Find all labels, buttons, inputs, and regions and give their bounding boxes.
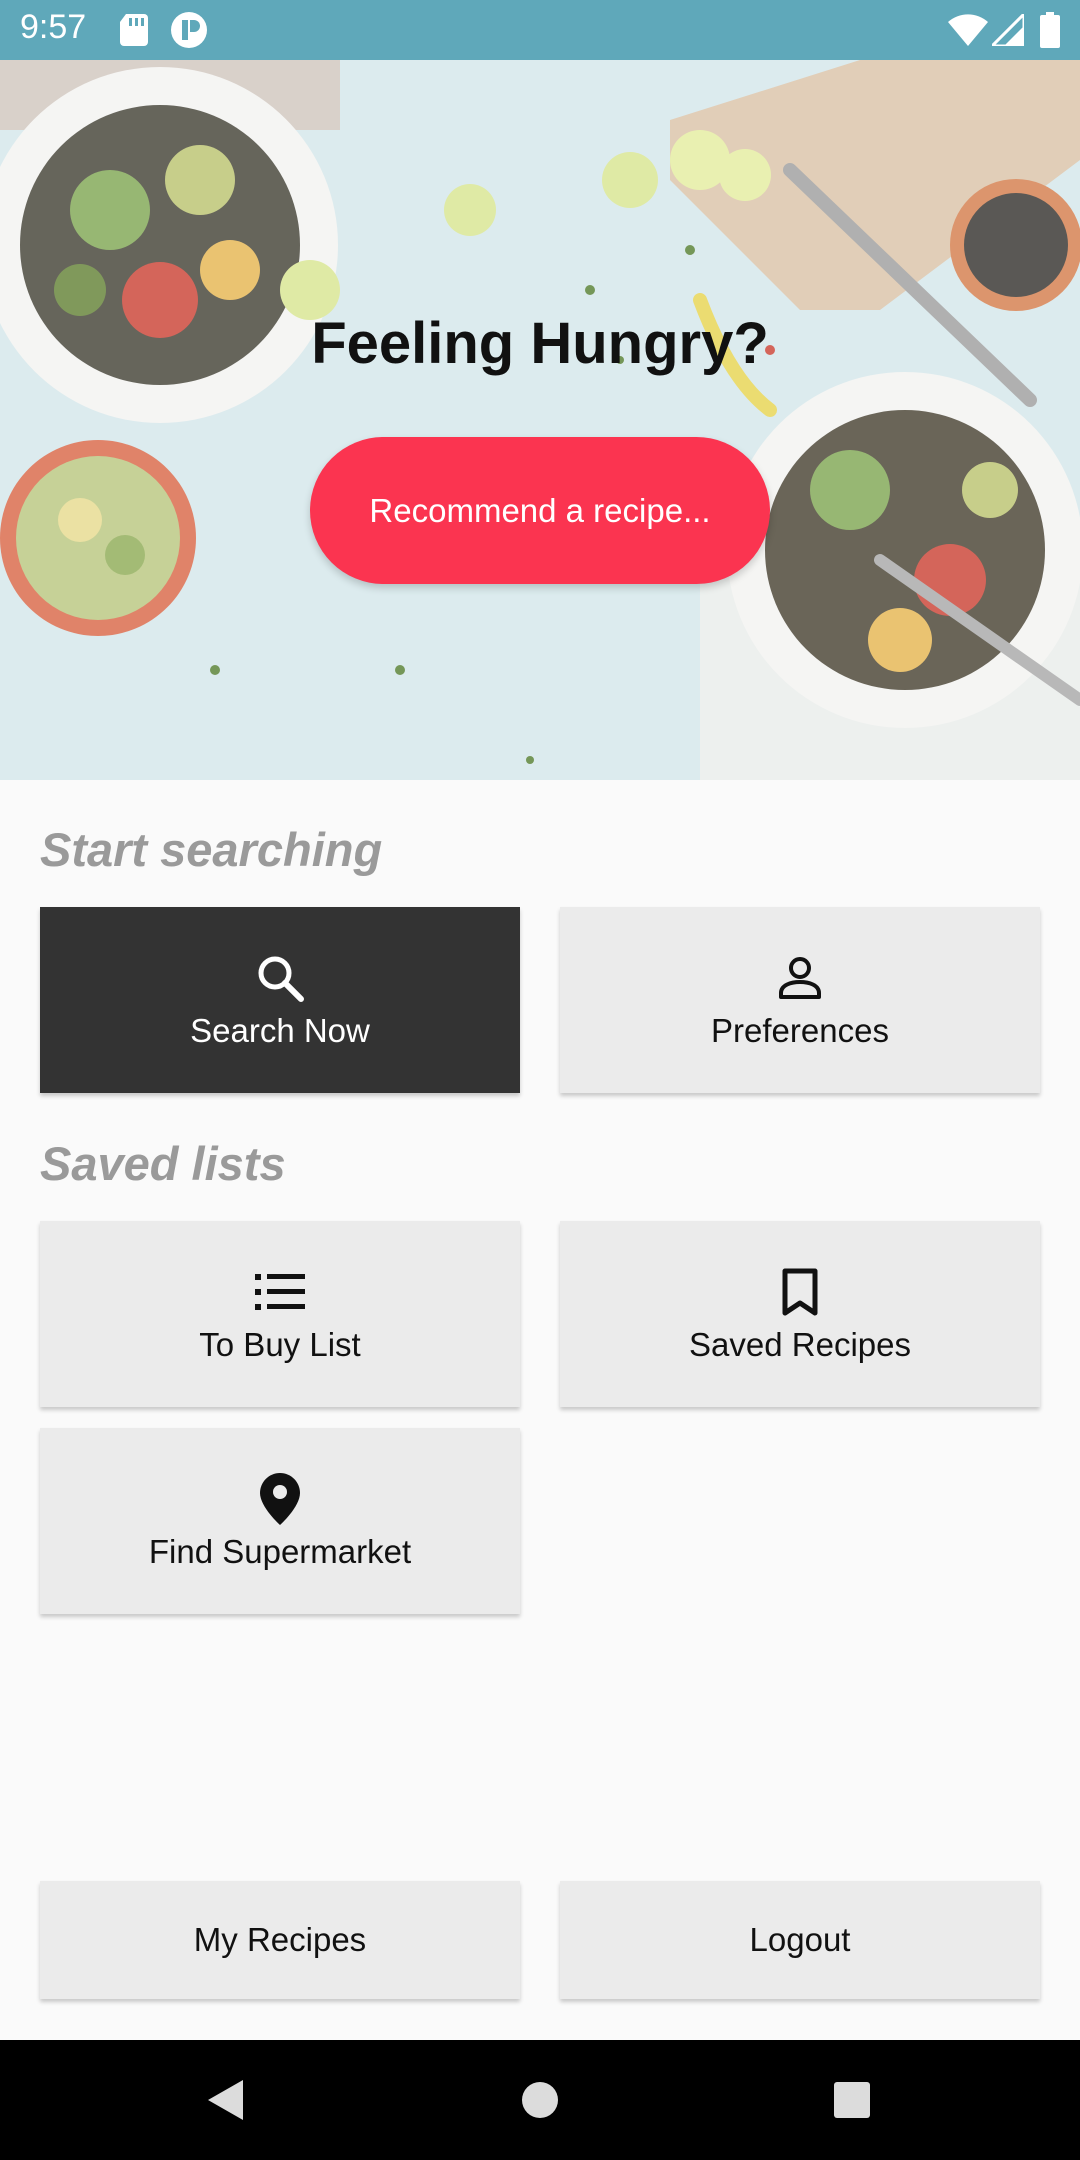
sd-card-icon bbox=[120, 0, 148, 60]
find-supermarket-button[interactable]: Find Supermarket bbox=[40, 1428, 520, 1614]
search-now-button[interactable]: Search Now bbox=[40, 907, 520, 1093]
battery-icon bbox=[1040, 0, 1060, 60]
person-icon bbox=[772, 950, 828, 1006]
location-pin-icon bbox=[252, 1471, 308, 1527]
my-recipes-button[interactable]: My Recipes bbox=[40, 1881, 520, 1999]
back-icon[interactable] bbox=[165, 2040, 285, 2160]
saved-recipes-button[interactable]: Saved Recipes bbox=[560, 1221, 1040, 1407]
status-time: 9:57 bbox=[20, 8, 87, 46]
to-buy-list-button[interactable]: To Buy List bbox=[40, 1221, 520, 1407]
bookmark-icon bbox=[772, 1264, 828, 1320]
cell-signal-icon bbox=[992, 0, 1024, 60]
start-searching-heading: Start searching bbox=[40, 823, 383, 876]
saved-lists-heading: Saved lists bbox=[40, 1137, 286, 1190]
system-nav-bar bbox=[0, 2040, 1080, 2160]
home-icon[interactable] bbox=[480, 2040, 600, 2160]
status-bar: 9:57 bbox=[0, 0, 1080, 60]
recommend-recipe-button[interactable]: Recommend a recipe... bbox=[310, 437, 770, 584]
my-recipes-label: My Recipes bbox=[193, 1921, 367, 1958]
preferences-button[interactable]: Preferences bbox=[560, 907, 1040, 1093]
wifi-icon bbox=[948, 0, 988, 60]
find-supermarket-label: Find Supermarket bbox=[148, 1533, 412, 1570]
logout-label: Logout bbox=[749, 1921, 851, 1958]
logout-button[interactable]: Logout bbox=[560, 1881, 1040, 1999]
food-background-image bbox=[0, 60, 1080, 780]
saved-recipes-label: Saved Recipes bbox=[689, 1326, 911, 1363]
notification-app-icon bbox=[170, 0, 208, 60]
hero-title: Feeling Hungry? bbox=[311, 311, 769, 376]
search-now-label: Search Now bbox=[190, 1012, 370, 1049]
hero-banner: Feeling Hungry? Recommend a recipe... bbox=[0, 60, 1080, 780]
search-icon bbox=[252, 950, 308, 1006]
list-icon bbox=[252, 1264, 308, 1320]
recents-icon[interactable] bbox=[792, 2040, 912, 2160]
to-buy-list-label: To Buy List bbox=[199, 1326, 361, 1363]
preferences-label: Preferences bbox=[711, 1012, 889, 1049]
